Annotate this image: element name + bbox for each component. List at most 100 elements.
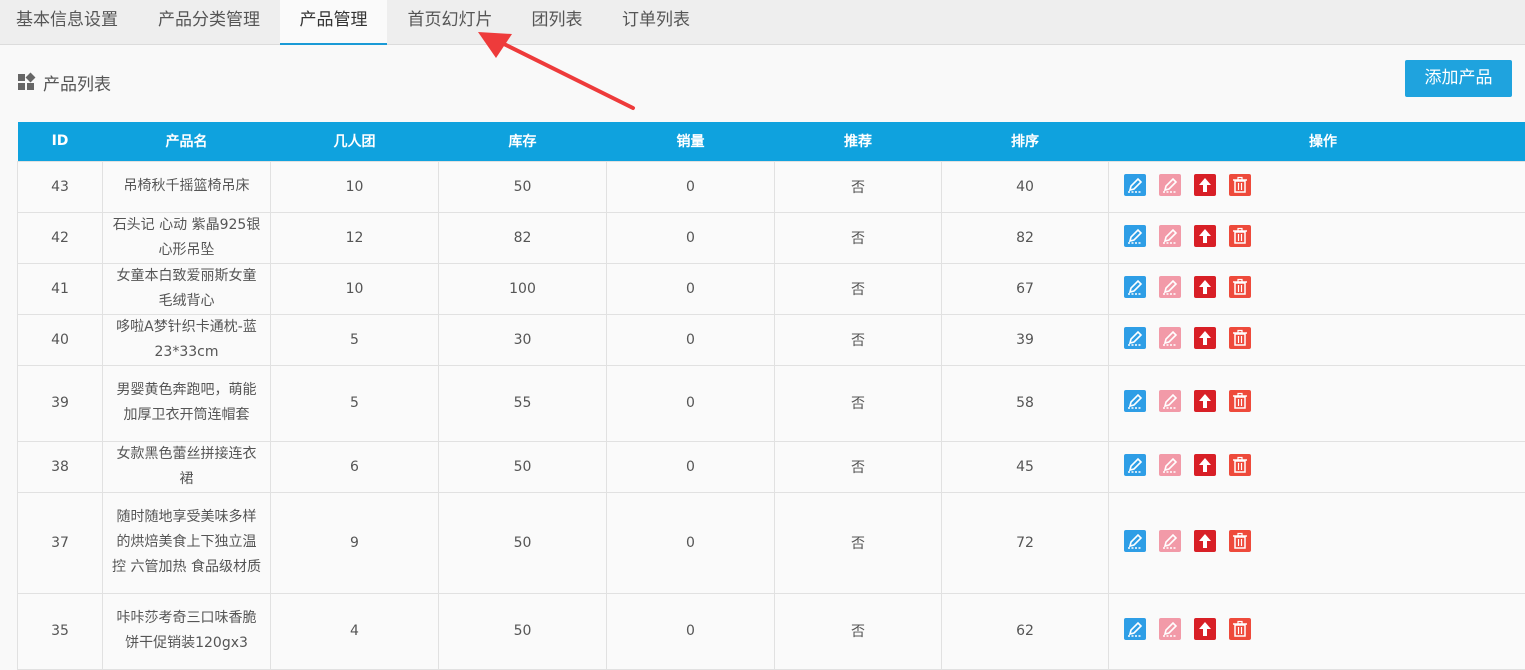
edit-button[interactable] [1124, 454, 1146, 476]
product-table: ID 产品名 几人团 库存 销量 推荐 排序 操作 43吊椅秋千摇篮椅吊床105… [17, 122, 1525, 670]
cell-sort: 62 [942, 593, 1109, 669]
cell-recommend: 否 [775, 161, 942, 212]
edit-button[interactable] [1124, 390, 1146, 412]
edit-button[interactable] [1124, 174, 1146, 196]
col-header-sales: 销量 [607, 122, 775, 161]
delete-button[interactable] [1229, 618, 1251, 640]
cell-name: 吊椅秋千摇篮椅吊床 [103, 161, 271, 212]
edit-detail-button[interactable] [1159, 225, 1181, 247]
trash-icon [1229, 174, 1251, 196]
edit-alt-icon [1159, 390, 1181, 412]
cell-recommend: 否 [775, 492, 942, 593]
move-top-button[interactable] [1194, 530, 1216, 552]
cell-stock: 50 [439, 492, 607, 593]
table-row: 40哆啦A梦针织卡通枕-蓝 23*33cm5300否39 [18, 314, 1525, 365]
cell-id: 42 [18, 212, 103, 263]
edit-button[interactable] [1124, 225, 1146, 247]
move-top-button[interactable] [1194, 390, 1216, 412]
grid-icon [18, 74, 35, 91]
trash-icon [1229, 530, 1251, 552]
edit-alt-icon [1159, 327, 1181, 349]
cell-actions [1109, 441, 1525, 492]
cell-name: 随时随地享受美味多样的烘焙美食上下独立温控 六管加热 食品级材质 [103, 492, 271, 593]
cell-group-size: 9 [271, 492, 439, 593]
cell-group-size: 12 [271, 212, 439, 263]
cell-stock: 50 [439, 161, 607, 212]
col-header-sort: 排序 [942, 122, 1109, 161]
cell-stock: 50 [439, 593, 607, 669]
edit-icon [1124, 618, 1146, 640]
cell-actions [1109, 593, 1525, 669]
cell-group-size: 5 [271, 314, 439, 365]
tab-basic-info[interactable]: 基本信息设置 [0, 0, 134, 45]
edit-alt-icon [1159, 225, 1181, 247]
cell-sales: 0 [607, 441, 775, 492]
edit-detail-button[interactable] [1159, 327, 1181, 349]
edit-detail-button[interactable] [1159, 618, 1181, 640]
edit-button[interactable] [1124, 327, 1146, 349]
cell-recommend: 否 [775, 593, 942, 669]
cell-name: 咔咔莎考奇三口味香脆饼干促销装120gx3 [103, 593, 271, 669]
cell-recommend: 否 [775, 263, 942, 314]
table-row: 42石头记 心动 紫晶925银心形吊坠12820否82 [18, 212, 1525, 263]
edit-icon [1124, 174, 1146, 196]
cell-sort: 82 [942, 212, 1109, 263]
arrow-up-icon [1194, 390, 1216, 412]
edit-button[interactable] [1124, 618, 1146, 640]
delete-button[interactable] [1229, 454, 1251, 476]
edit-button[interactable] [1124, 276, 1146, 298]
delete-button[interactable] [1229, 174, 1251, 196]
trash-icon [1229, 618, 1251, 640]
cell-stock: 55 [439, 365, 607, 441]
cell-recommend: 否 [775, 314, 942, 365]
add-product-button[interactable]: 添加产品 [1405, 60, 1512, 97]
delete-button[interactable] [1229, 390, 1251, 412]
cell-name: 女款黑色蕾丝拼接连衣裙 [103, 441, 271, 492]
edit-detail-button[interactable] [1159, 530, 1181, 552]
edit-detail-button[interactable] [1159, 276, 1181, 298]
delete-button[interactable] [1229, 225, 1251, 247]
move-top-button[interactable] [1194, 618, 1216, 640]
delete-button[interactable] [1229, 276, 1251, 298]
cell-group-size: 10 [271, 263, 439, 314]
cell-actions [1109, 263, 1525, 314]
cell-id: 38 [18, 441, 103, 492]
edit-detail-button[interactable] [1159, 390, 1181, 412]
trash-icon [1229, 390, 1251, 412]
cell-sales: 0 [607, 365, 775, 441]
panel-header: 产品列表 [18, 70, 111, 94]
cell-name: 石头记 心动 紫晶925银心形吊坠 [103, 212, 271, 263]
move-top-button[interactable] [1194, 225, 1216, 247]
panel-title: 产品列表 [43, 70, 111, 95]
cell-sales: 0 [607, 314, 775, 365]
cell-stock: 50 [439, 441, 607, 492]
cell-sales: 0 [607, 593, 775, 669]
cell-actions [1109, 212, 1525, 263]
cell-recommend: 否 [775, 441, 942, 492]
move-top-button[interactable] [1194, 327, 1216, 349]
delete-button[interactable] [1229, 530, 1251, 552]
cell-sales: 0 [607, 263, 775, 314]
tab-category-management[interactable]: 产品分类管理 [142, 0, 276, 45]
tab-product-management[interactable]: 产品管理 [280, 0, 387, 45]
cell-id: 41 [18, 263, 103, 314]
edit-button[interactable] [1124, 530, 1146, 552]
delete-button[interactable] [1229, 327, 1251, 349]
table-row: 35咔咔莎考奇三口味香脆饼干促销装120gx34500否62 [18, 593, 1525, 669]
cell-recommend: 否 [775, 212, 942, 263]
cell-group-size: 4 [271, 593, 439, 669]
edit-alt-icon [1159, 174, 1181, 196]
move-top-button[interactable] [1194, 276, 1216, 298]
cell-stock: 30 [439, 314, 607, 365]
edit-detail-button[interactable] [1159, 174, 1181, 196]
trash-icon [1229, 276, 1251, 298]
move-top-button[interactable] [1194, 454, 1216, 476]
table-row: 39男婴黄色奔跑吧，萌能加厚卫衣开筒连帽套5550否58 [18, 365, 1525, 441]
edit-icon [1124, 454, 1146, 476]
arrow-up-icon [1194, 276, 1216, 298]
edit-detail-button[interactable] [1159, 454, 1181, 476]
cell-id: 35 [18, 593, 103, 669]
cell-name: 哆啦A梦针织卡通枕-蓝 23*33cm [103, 314, 271, 365]
cell-name: 男婴黄色奔跑吧，萌能加厚卫衣开筒连帽套 [103, 365, 271, 441]
move-top-button[interactable] [1194, 174, 1216, 196]
